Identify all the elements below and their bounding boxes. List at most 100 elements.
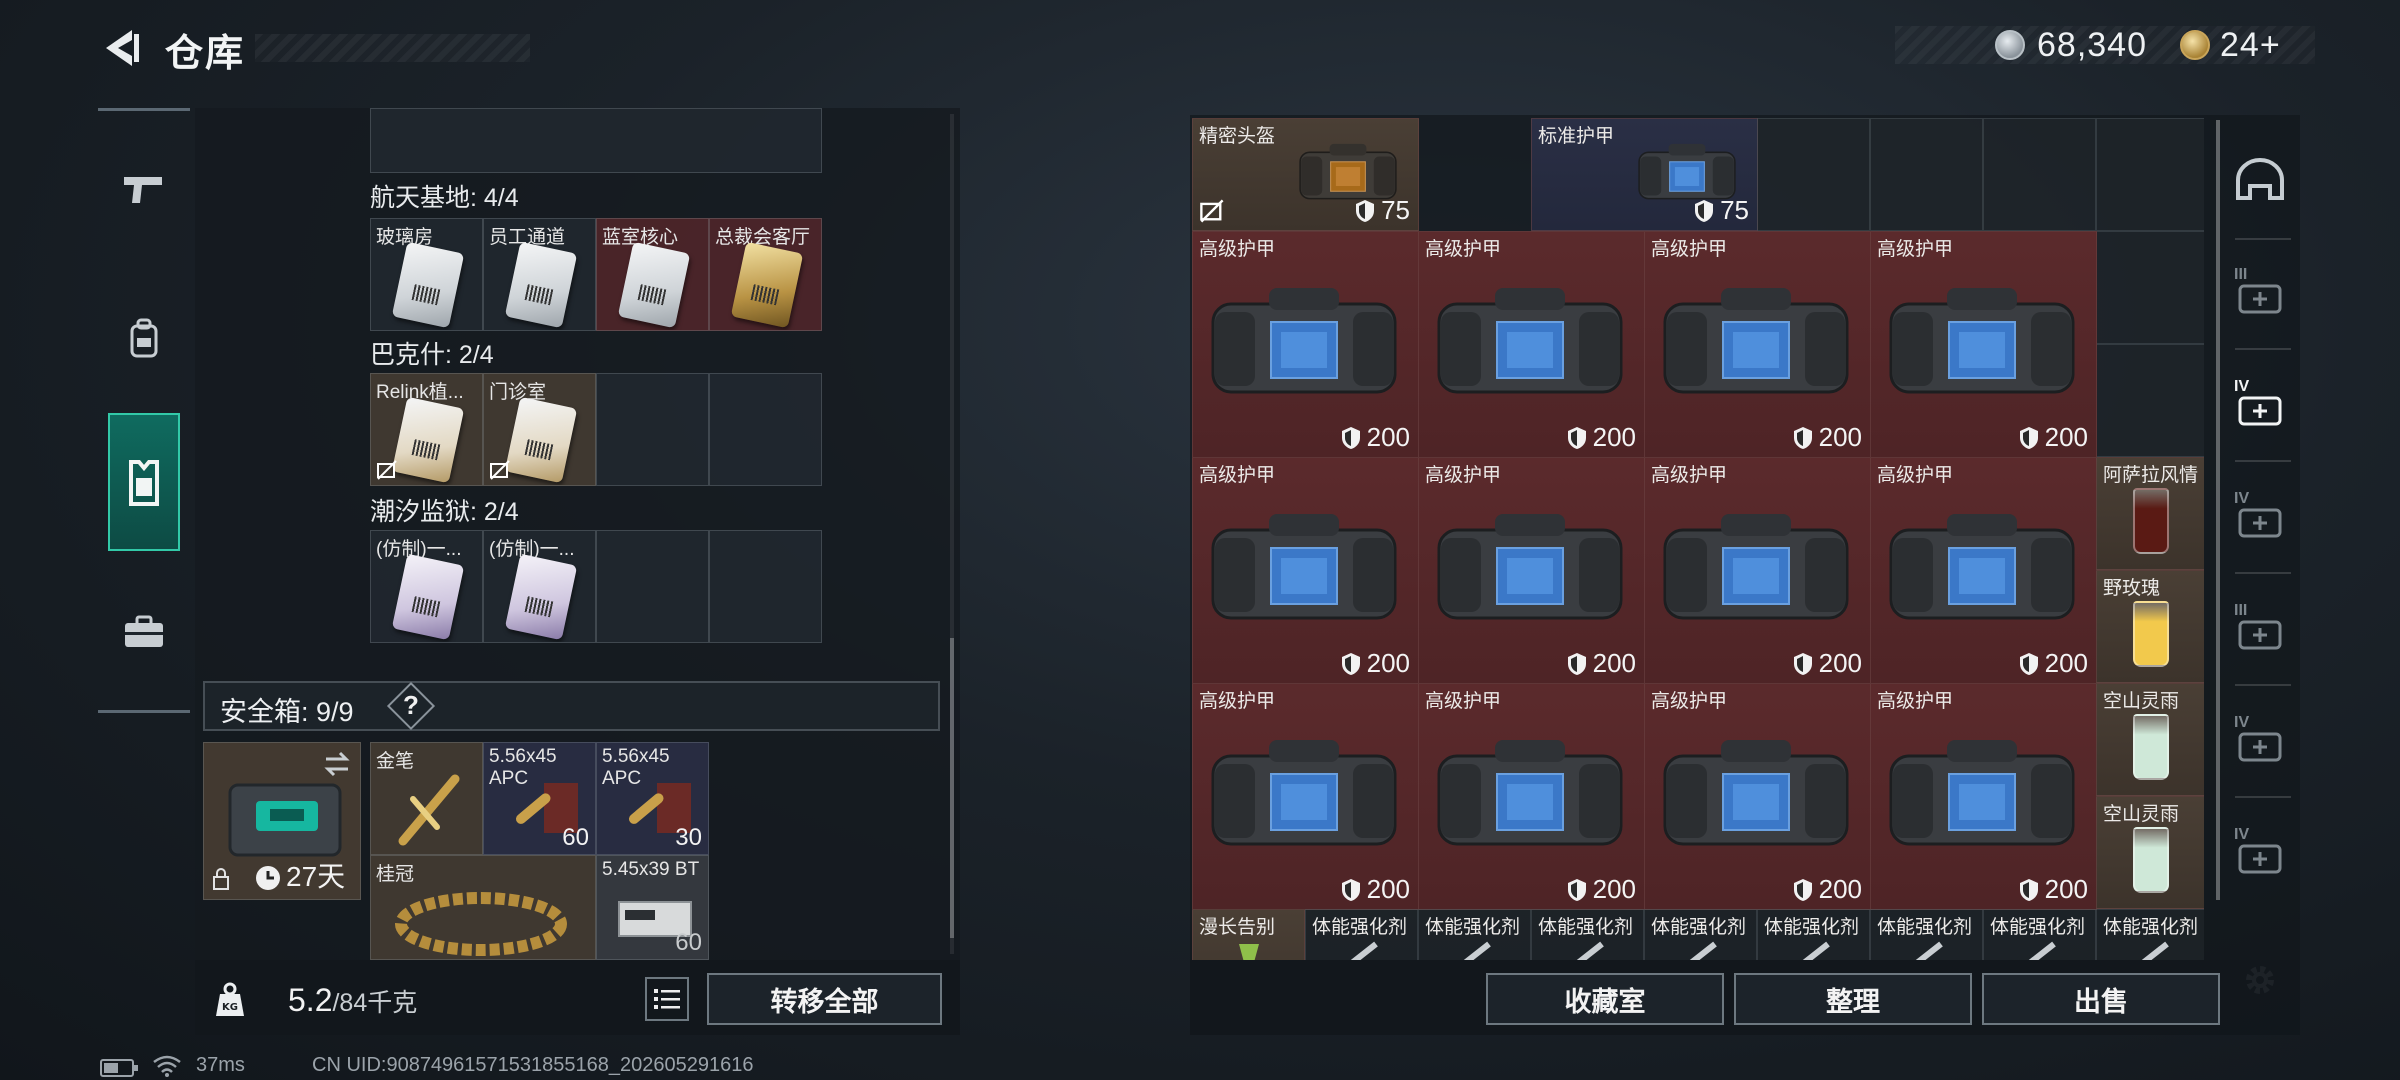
left-scrollbar-thumb[interactable] xyxy=(950,638,954,938)
svg-text:KG: KG xyxy=(222,1002,238,1013)
nav-case[interactable] xyxy=(108,577,180,687)
drink-item[interactable]: 空山灵雨 xyxy=(2096,796,2204,909)
rnav-helmet[interactable] xyxy=(2228,148,2292,212)
syringe-image xyxy=(1576,941,1604,960)
advanced-armor-item[interactable]: 高级护甲 200 xyxy=(1644,683,1871,910)
help-icon[interactable]: ? xyxy=(403,690,419,721)
laurel-crown-image xyxy=(395,892,567,956)
advanced-armor-item[interactable]: 高级护甲 200 xyxy=(1870,231,2097,458)
swap-icon[interactable] xyxy=(322,751,352,777)
advanced-armor-item[interactable]: 高级护甲 200 xyxy=(1192,457,1419,684)
shield-icon xyxy=(1567,878,1586,901)
safebox-container[interactable]: 27天 xyxy=(203,742,361,900)
storage-slot-empty xyxy=(2096,118,2204,231)
keycard-slot[interactable]: 玻璃房 xyxy=(370,218,483,331)
right-scrollbar-thumb[interactable] xyxy=(2216,120,2220,900)
rnav-slot[interactable]: III xyxy=(2228,598,2292,662)
transfer-all-button[interactable]: 转移全部 xyxy=(707,973,942,1025)
no-trade-icon xyxy=(490,460,510,480)
advanced-armor-item[interactable]: 高级护甲 200 xyxy=(1192,231,1419,458)
drink-item[interactable]: 空山灵雨 xyxy=(2096,683,2204,796)
rnav-slot[interactable]: IV xyxy=(2228,486,2292,550)
standard-armor-item[interactable]: 标准护甲 75 xyxy=(1531,118,1758,231)
stim-item[interactable]: 体能强化剂 xyxy=(1531,909,1644,960)
stim-item[interactable]: 体能强化剂 xyxy=(1305,909,1418,960)
keycard-label: 员工通道 xyxy=(489,227,566,248)
stim-item[interactable]: 体能强化剂 xyxy=(1870,909,1983,960)
advanced-armor-item[interactable]: 高级护甲 200 xyxy=(1870,457,2097,684)
armor-value-text: 200 xyxy=(2044,422,2088,452)
stim-item[interactable]: 体能强化剂 xyxy=(1418,909,1531,960)
advanced-armor-item[interactable]: 高级护甲 200 xyxy=(1418,683,1645,910)
drink-item[interactable]: 野玫瑰 xyxy=(2096,570,2204,683)
weight-readout: 5.2/84千克 xyxy=(288,982,417,1019)
safebox-item[interactable]: 金笔 xyxy=(370,742,483,855)
armor-bag-image xyxy=(1889,288,2075,394)
advanced-armor-item[interactable]: 高级护甲 200 xyxy=(1644,457,1871,684)
stim-item[interactable]: 体能强化剂 xyxy=(1983,909,2096,960)
keycard-image xyxy=(391,553,465,641)
no-trade-icon xyxy=(1200,199,1224,223)
drink-item[interactable]: 阿萨拉风情 xyxy=(2096,457,2204,570)
keycard-slot[interactable]: 门诊室 xyxy=(483,373,596,486)
advanced-armor-item[interactable]: 高级护甲 200 xyxy=(1418,231,1645,458)
keycard-label: Relink植... xyxy=(376,382,464,403)
armor-value: 200 xyxy=(1567,648,1636,679)
armor-value: 200 xyxy=(2019,648,2088,679)
back-arrow-icon[interactable] xyxy=(98,26,142,70)
keycard-slot[interactable]: 员工通道 xyxy=(483,218,596,331)
collection-button[interactable]: 收藏室 xyxy=(1486,973,1724,1025)
page-title: 仓库 xyxy=(165,33,246,75)
keycard-slot[interactable]: 总裁会客厅 xyxy=(709,218,822,331)
safebox-item[interactable]: 5.56x45 APC 30 xyxy=(596,742,709,855)
rnav-divider xyxy=(2235,348,2291,350)
armor-bag-image xyxy=(1889,740,2075,846)
armor-value-text: 200 xyxy=(1366,648,1410,678)
safebox-item[interactable]: 5.56x45 APC 60 xyxy=(483,742,596,855)
keycard-slot[interactable]: Relink植... xyxy=(370,373,483,486)
rnav-slot[interactable]: III xyxy=(2228,262,2292,326)
rnav-slot[interactable]: IV xyxy=(2228,374,2292,438)
safebox-item[interactable]: 5.45x39 BT 60 xyxy=(596,855,709,960)
list-view-button[interactable] xyxy=(645,977,689,1021)
item-label: 高级护甲 xyxy=(1651,465,1728,486)
advanced-armor-item[interactable]: 高级护甲 200 xyxy=(1418,457,1645,684)
keycard-image xyxy=(504,553,578,641)
keycard-slot[interactable]: (仿制)一... xyxy=(483,530,596,643)
gun-icon xyxy=(124,177,162,203)
armor-value: 200 xyxy=(2019,874,2088,905)
rnav-slot[interactable]: IV xyxy=(2228,710,2292,774)
rnav-slot[interactable]: IV xyxy=(2228,822,2292,886)
nav-backpack[interactable] xyxy=(108,283,180,393)
storage-slot-empty xyxy=(1870,118,1983,231)
sell-button[interactable]: 出售 xyxy=(1982,973,2220,1025)
wifi-icon xyxy=(153,1055,181,1077)
stim-item[interactable]: 体能强化剂 xyxy=(1644,909,1757,960)
weight-icon: KG xyxy=(216,982,244,1016)
keycard-slot[interactable]: (仿制)一... xyxy=(370,530,483,643)
tier-label: III xyxy=(2234,602,2248,619)
stim-item[interactable]: 体能强化剂 xyxy=(2096,909,2204,960)
organize-button[interactable]: 整理 xyxy=(1734,973,1972,1025)
nav-armor[interactable] xyxy=(108,413,180,551)
item-label: 5.45x39 BT xyxy=(602,859,700,880)
nav-weapons[interactable] xyxy=(108,135,180,245)
title-decoration xyxy=(255,34,530,62)
rnav-divider xyxy=(2235,238,2291,240)
no-trade-icon xyxy=(377,460,397,480)
advanced-armor-item[interactable]: 高级护甲 200 xyxy=(1644,231,1871,458)
armor-value: 200 xyxy=(2019,422,2088,453)
advanced-armor-item[interactable]: 高级护甲 200 xyxy=(1192,683,1419,910)
safebox-item[interactable]: 桂冠 xyxy=(370,855,596,960)
keycard-slot[interactable]: 蓝室核心 xyxy=(596,218,709,331)
stim-item[interactable]: 体能强化剂 xyxy=(1757,909,1870,960)
long-farewell-item[interactable]: 漫长告别 xyxy=(1192,909,1305,960)
gold-currency-value[interactable]: 24+ xyxy=(2220,26,2281,65)
item-label: 体能强化剂 xyxy=(1312,917,1408,938)
item-label: 体能强化剂 xyxy=(1764,917,1860,938)
item-label: 桂冠 xyxy=(376,864,415,885)
armor-value: 200 xyxy=(1793,648,1862,679)
syringe-image xyxy=(2028,941,2056,960)
helmet-item[interactable]: 精密头盔 75 xyxy=(1192,118,1419,231)
advanced-armor-item[interactable]: 高级护甲 200 xyxy=(1870,683,2097,910)
